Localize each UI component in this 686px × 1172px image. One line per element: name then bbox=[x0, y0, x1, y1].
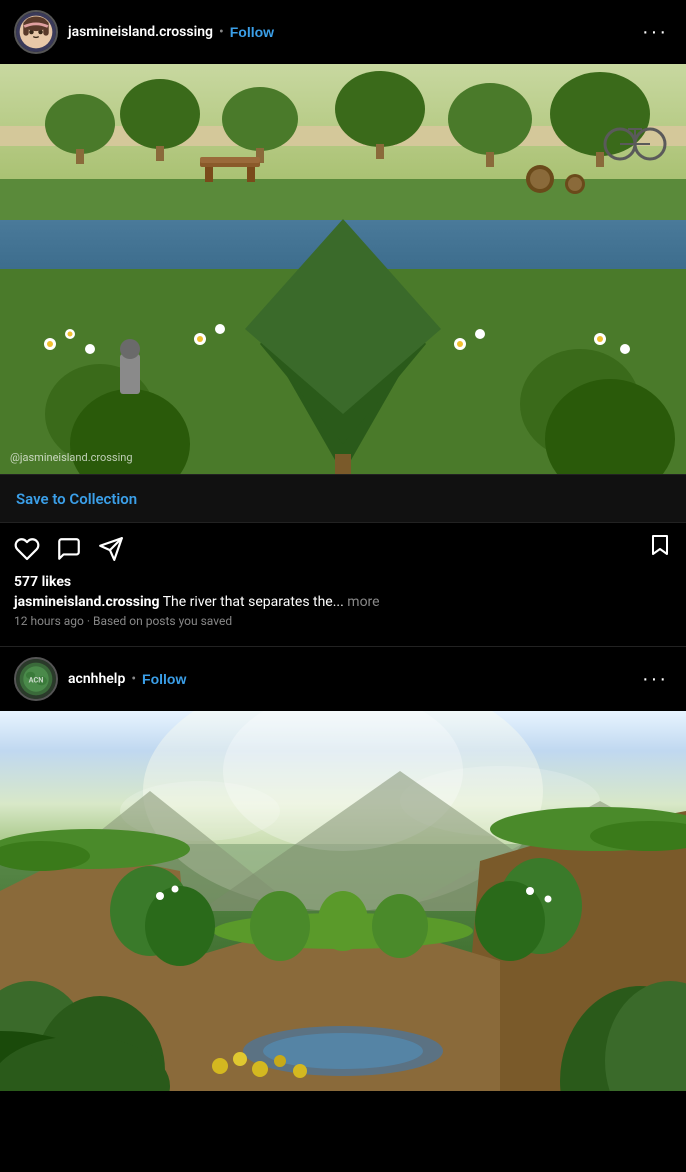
post-2-header: ACN acnhhelp • Follow ··· bbox=[0, 647, 686, 711]
scene-2 bbox=[0, 711, 686, 1091]
share-icon bbox=[98, 536, 124, 562]
bookmark-button[interactable] bbox=[648, 533, 672, 564]
svg-text:ACN: ACN bbox=[29, 676, 44, 685]
post-2-username[interactable]: acnhhelp bbox=[68, 671, 125, 687]
scene-2-svg bbox=[0, 711, 686, 1091]
save-collection-button[interactable]: Save to Collection bbox=[16, 490, 137, 508]
post-1: jasmineisland.crossing • Follow ··· bbox=[0, 0, 686, 646]
likes-count[interactable]: 577 likes bbox=[14, 574, 672, 590]
follow-button-1[interactable]: Follow bbox=[230, 24, 274, 40]
timestamp: 12 hours ago · Based on posts you saved bbox=[14, 614, 672, 628]
caption-more[interactable]: more bbox=[347, 594, 379, 610]
share-button[interactable] bbox=[98, 536, 124, 562]
comment-button[interactable] bbox=[56, 536, 82, 562]
caption-text: The river that separates the... bbox=[163, 594, 344, 610]
post-2: ACN acnhhelp • Follow ··· bbox=[0, 647, 686, 1091]
caption-username[interactable]: jasmineisland.crossing bbox=[14, 594, 160, 610]
scene-1: @jasmineisland.crossing bbox=[0, 64, 686, 474]
avatar-2[interactable]: ACN bbox=[14, 657, 58, 701]
caption: jasmineisland.crossing The river that se… bbox=[14, 594, 672, 610]
post-1-header-info: jasmineisland.crossing • Follow bbox=[68, 24, 638, 40]
like-button[interactable] bbox=[14, 536, 40, 562]
post-1-meta: 577 likes jasmineisland.crossing The riv… bbox=[0, 574, 686, 646]
post-1-username[interactable]: jasmineisland.crossing bbox=[68, 24, 213, 40]
action-bar-1 bbox=[0, 523, 686, 574]
save-collection-bar: Save to Collection bbox=[0, 474, 686, 523]
post-1-image: @jasmineisland.crossing bbox=[0, 64, 686, 474]
dot-separator-2: • bbox=[131, 671, 136, 687]
post-1-header: jasmineisland.crossing • Follow ··· bbox=[0, 0, 686, 64]
heart-icon bbox=[14, 536, 40, 562]
avatar-image bbox=[16, 10, 56, 54]
more-button-2[interactable]: ··· bbox=[638, 668, 672, 691]
more-button-1[interactable]: ··· bbox=[638, 21, 672, 44]
comment-icon bbox=[56, 536, 82, 562]
watermark: @jasmineisland.crossing bbox=[10, 451, 133, 464]
bookmark-icon bbox=[648, 533, 672, 557]
scene-svg bbox=[0, 64, 686, 474]
dot-separator-1: • bbox=[219, 24, 224, 40]
follow-button-2[interactable]: Follow bbox=[142, 671, 186, 687]
post-2-header-info: acnhhelp • Follow bbox=[68, 671, 638, 687]
post-2-image bbox=[0, 711, 686, 1091]
avatar-2-image: ACN bbox=[16, 657, 56, 701]
avatar[interactable] bbox=[14, 10, 58, 54]
